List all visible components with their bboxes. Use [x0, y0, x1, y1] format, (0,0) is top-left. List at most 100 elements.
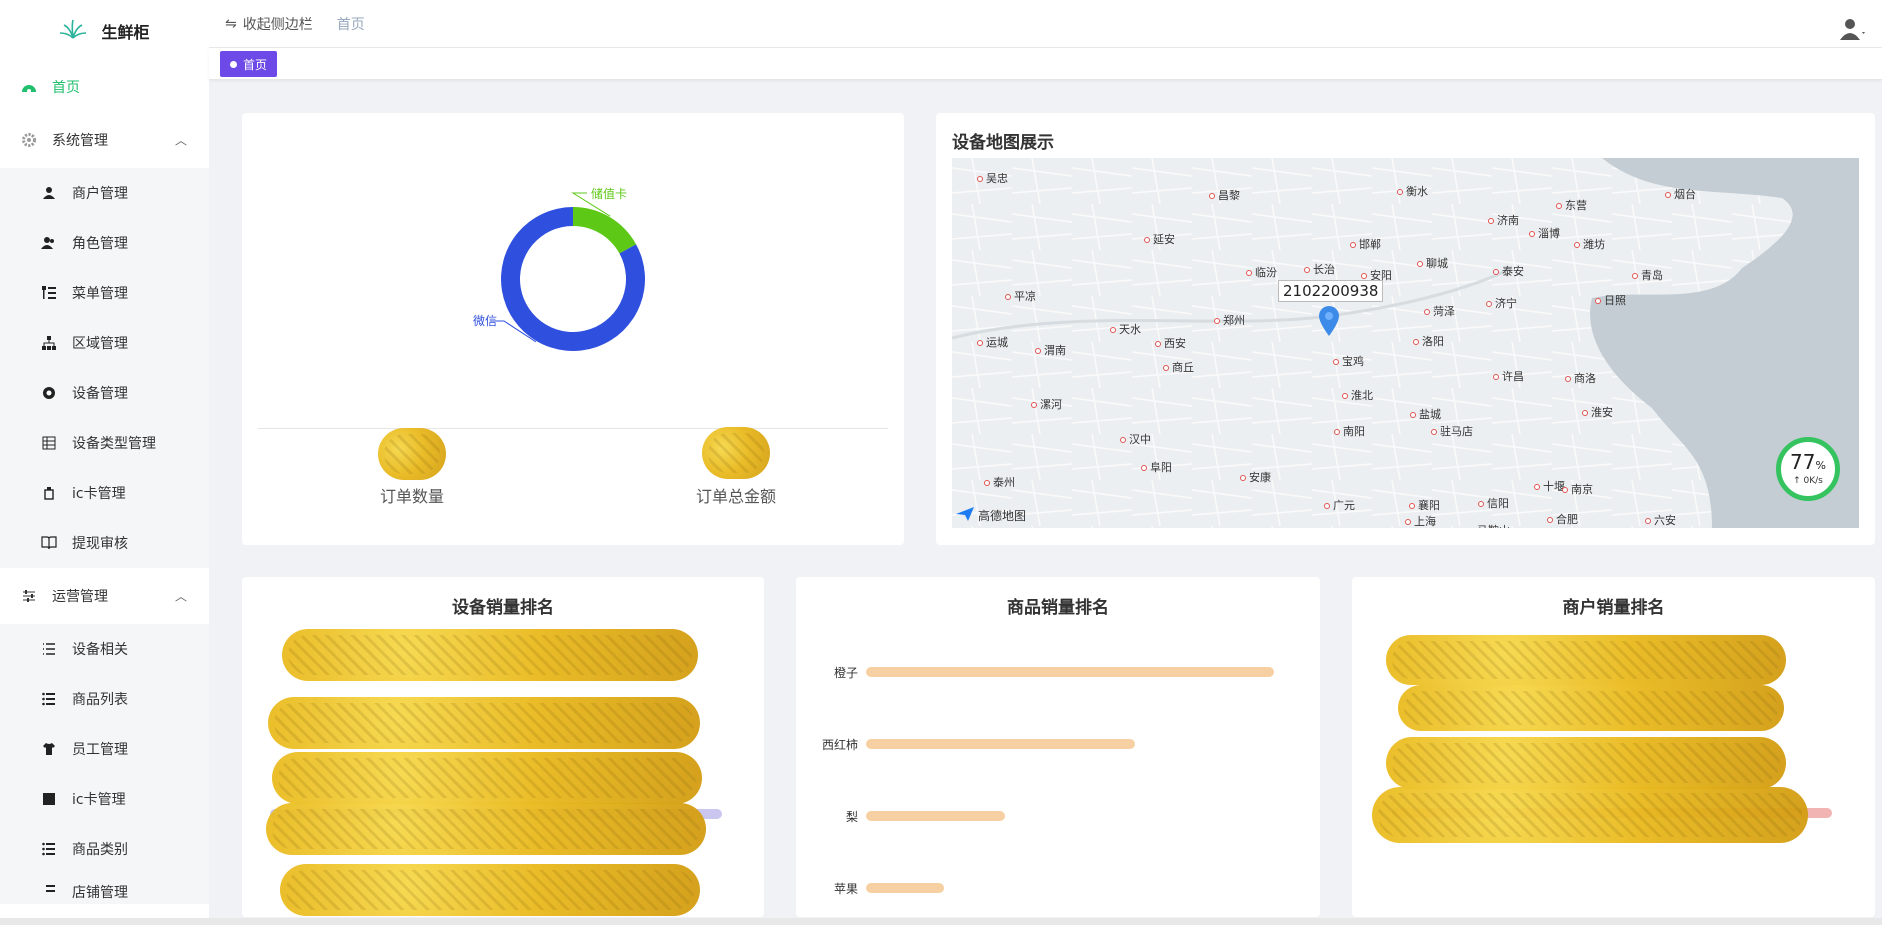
map-city[interactable]: 日照 — [1595, 292, 1626, 308]
map-title: 设备地图展示 — [952, 133, 1054, 153]
menu-iccard[interactable]: ic卡管理 — [0, 468, 209, 518]
map-city[interactable]: 襄阳 — [1409, 497, 1440, 513]
map-city[interactable]: 济南 — [1488, 212, 1519, 228]
map-city[interactable]: 青岛 — [1632, 267, 1663, 283]
map-city[interactable]: 菏泽 — [1424, 303, 1455, 319]
map-city[interactable]: 六安 — [1645, 512, 1676, 528]
map-city[interactable]: 西安 — [1155, 335, 1186, 351]
map-city[interactable]: 聊城 — [1417, 255, 1448, 271]
map-city[interactable]: 上海 — [1405, 513, 1436, 528]
product-bar[interactable] — [866, 811, 1005, 821]
map-city[interactable]: 安康 — [1240, 469, 1271, 485]
chevron-up-icon[interactable]: ︿ — [175, 132, 187, 149]
map-city[interactable]: 烟台 — [1665, 186, 1696, 202]
map-city[interactable]: 驻马店 — [1431, 423, 1473, 439]
user-avatar-icon[interactable] — [1840, 18, 1866, 44]
map-city[interactable]: 盐城 — [1410, 406, 1441, 422]
map-city[interactable]: 南阳 — [1334, 423, 1365, 439]
map-city[interactable]: 渭南 — [1035, 342, 1066, 358]
menu-region[interactable]: 区域管理 — [0, 318, 209, 368]
sitemap-icon — [40, 334, 58, 352]
map-city[interactable]: 信阳 — [1478, 495, 1509, 511]
map-city[interactable]: 昌黎 — [1209, 187, 1240, 203]
map-city[interactable]: 十堰 — [1534, 478, 1565, 494]
map-city[interactable]: 长治 — [1304, 261, 1335, 277]
city-label: 平凉 — [1014, 290, 1036, 303]
map-city[interactable]: 马鞍山 — [1468, 522, 1510, 528]
map-city[interactable]: 漯河 — [1031, 396, 1062, 412]
map-city[interactable]: 商丘 — [1163, 359, 1194, 375]
map-city[interactable]: 淄博 — [1529, 225, 1560, 241]
menu-role[interactable]: 角色管理 — [0, 218, 209, 268]
horizontal-scrollbar[interactable] — [0, 918, 1882, 925]
tag-home[interactable]: 首页 — [220, 51, 278, 77]
device-marker-pin-icon[interactable] — [1318, 306, 1340, 340]
city-dot-icon — [1410, 412, 1416, 418]
menu-category[interactable]: 商品类别 — [0, 824, 209, 874]
city-dot-icon — [1214, 318, 1220, 324]
redacted-merchant-rank — [1386, 635, 1786, 685]
map-city[interactable]: 淮北 — [1342, 387, 1373, 403]
map-city[interactable]: 邯郸 — [1350, 236, 1381, 252]
product-bar-label: 苹果 — [833, 882, 858, 896]
map-city[interactable]: 泰州 — [984, 474, 1015, 490]
map-city[interactable]: 南京 — [1562, 481, 1593, 497]
menu-device-related[interactable]: 设备相关 — [0, 624, 209, 674]
breadcrumb[interactable]: 首页 — [337, 14, 365, 34]
menu-shop[interactable]: 店铺管理 — [0, 874, 209, 904]
menu-device-type[interactable]: 设备类型管理 — [0, 418, 209, 468]
menu-group-operation[interactable]: 运营管理 ︿ — [0, 568, 209, 624]
map-city[interactable]: 临汾 — [1246, 264, 1277, 280]
map-attribution[interactable]: 高德地图 — [956, 507, 1026, 524]
map-city[interactable]: 延安 — [1144, 231, 1175, 247]
user-icon — [40, 184, 58, 202]
map-city[interactable]: 淮安 — [1582, 404, 1613, 420]
city-dot-icon — [1031, 402, 1037, 408]
logo[interactable]: 生鲜柜 — [0, 0, 209, 62]
product-bar[interactable] — [866, 739, 1136, 749]
city-label: 菏泽 — [1433, 305, 1455, 318]
menu-withdraw[interactable]: 提现审核 — [0, 518, 209, 568]
city-label: 汉中 — [1129, 433, 1151, 446]
map-city[interactable]: 汉中 — [1120, 431, 1151, 447]
menu-home[interactable]: 首页 — [0, 62, 209, 112]
map-city[interactable]: 东营 — [1556, 197, 1587, 213]
menu-label: 商品列表 — [72, 692, 128, 708]
redacted-device-rank — [268, 697, 700, 749]
map-city[interactable]: 泰安 — [1493, 263, 1524, 279]
menu-staff[interactable]: 员工管理 — [0, 724, 209, 774]
map-city[interactable]: 合肥 — [1547, 511, 1578, 527]
menu-device[interactable]: 设备管理 — [0, 368, 209, 418]
map-city[interactable]: 天水 — [1110, 321, 1141, 337]
map-city[interactable]: 郑州 — [1214, 312, 1245, 328]
city-dot-icon — [1665, 192, 1671, 198]
donut-slice[interactable] — [573, 207, 637, 254]
map-city[interactable]: 许昌 — [1493, 368, 1524, 384]
map-city[interactable]: 运城 — [977, 334, 1008, 350]
map-city[interactable]: 广元 — [1324, 497, 1355, 513]
collapse-sidebar-button[interactable]: ⇋ 收起侧边栏 — [225, 14, 313, 34]
map-city[interactable]: 宝鸡 — [1333, 353, 1364, 369]
map-city[interactable]: 济宁 — [1486, 295, 1517, 311]
city-dot-icon — [1529, 231, 1535, 237]
map-city[interactable]: 潍坊 — [1574, 236, 1605, 252]
menu-product-list[interactable]: 商品列表 — [0, 674, 209, 724]
menu-menu[interactable]: 菜单管理 — [0, 268, 209, 318]
map-city[interactable]: 阜阳 — [1141, 459, 1172, 475]
chevron-up-icon[interactable]: ︿ — [175, 588, 187, 605]
menu-merchant[interactable]: 商户管理 — [0, 168, 209, 218]
product-bar[interactable] — [866, 883, 944, 893]
map-city[interactable]: 商洛 — [1565, 370, 1596, 386]
network-speed-badge[interactable]: 77% ↑ 0K/s — [1776, 437, 1840, 501]
map-city[interactable]: 洛阳 — [1413, 333, 1444, 349]
city-dot-icon — [1547, 517, 1553, 523]
map-city[interactable]: 衡水 — [1397, 183, 1428, 199]
menu-iccard-2[interactable]: ic卡管理 — [0, 774, 209, 824]
menu-group-system[interactable]: 系统管理 ︿ — [0, 112, 209, 168]
city-dot-icon — [1424, 309, 1430, 315]
device-map[interactable]: 吴忠 昌黎 衡水 烟台 东营 济南 淄博 潍坊 延安 邯郸 长治 临汾 聊城 泰安 安阳 青岛 平凉 菏泽 济宁 日照… — [952, 158, 1859, 528]
city-dot-icon — [984, 480, 990, 486]
map-city[interactable]: 平凉 — [1005, 288, 1036, 304]
map-city[interactable]: 吴忠 — [977, 170, 1008, 186]
product-bar[interactable] — [866, 667, 1274, 677]
